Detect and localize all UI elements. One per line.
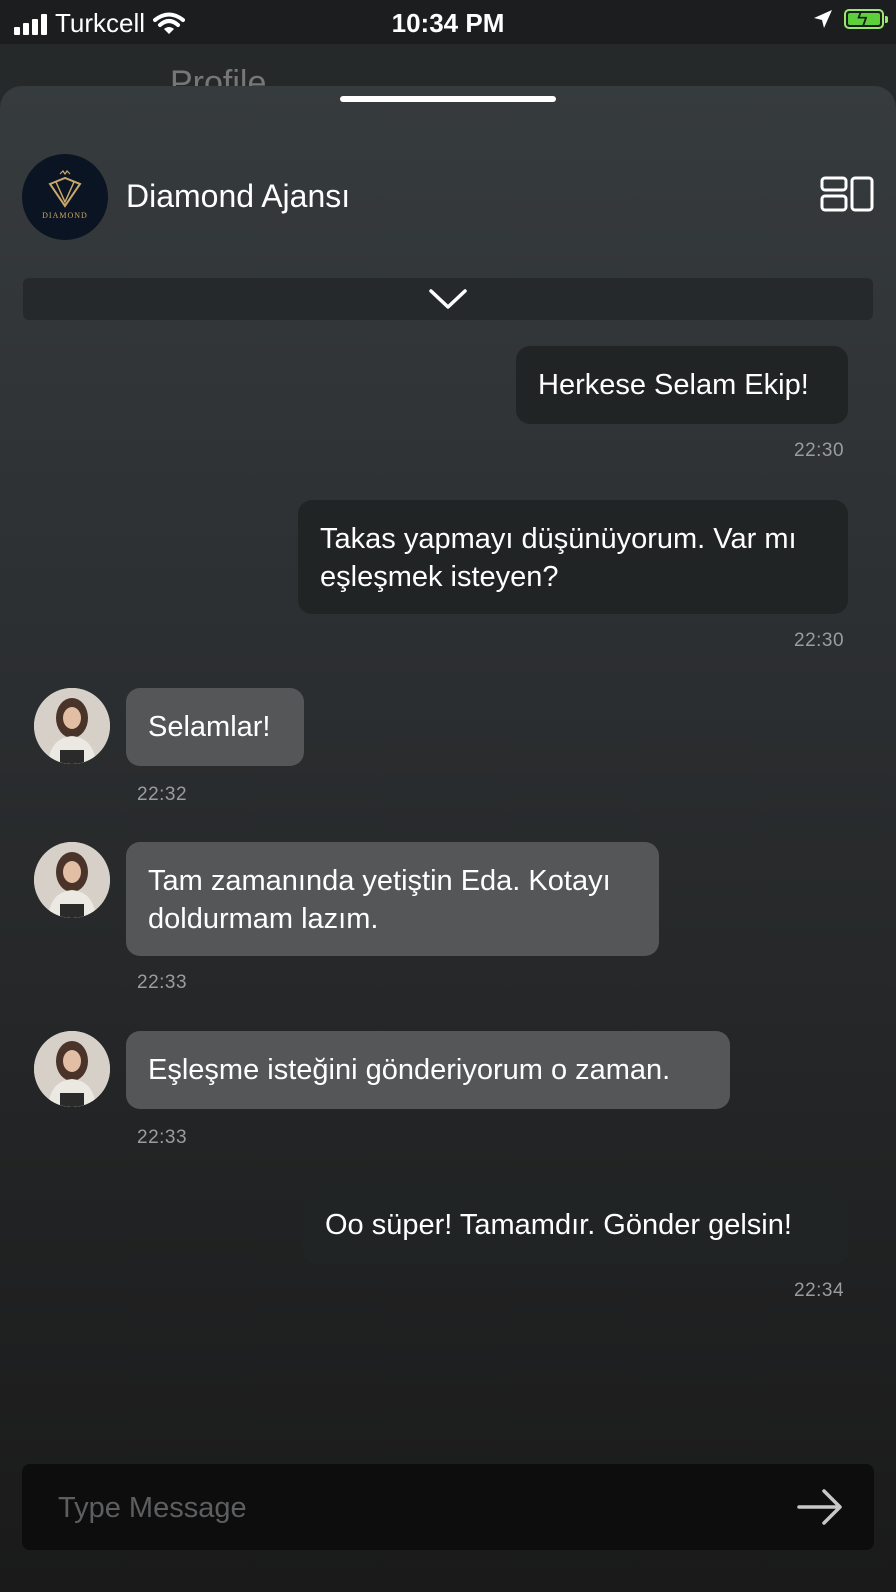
- person-photo-icon: [34, 688, 110, 764]
- logo-text: DIAMOND: [42, 211, 88, 220]
- message-text: Eşleşme isteğini gönderiyorum o zaman.: [148, 1054, 671, 1086]
- arrow-right-icon[interactable]: [796, 1486, 844, 1528]
- message-text: Takas yapmayı düşünüyorum. Var mı eşleşm…: [320, 523, 797, 593]
- group-avatar[interactable]: DIAMOND: [22, 154, 108, 240]
- message-text: Herkese Selam Ekip!: [538, 369, 809, 401]
- message-time: 22:30: [794, 440, 845, 461]
- message-bubble-incoming[interactable]: Eşleşme isteğini gönderiyorum o zaman.: [126, 1031, 730, 1109]
- message-text: Oo süper! Tamamdır. Gönder gelsin!: [325, 1209, 792, 1241]
- message-time: 22:33: [137, 972, 188, 993]
- collapse-bar[interactable]: [23, 278, 873, 320]
- message-bubble-outgoing[interactable]: Oo süper! Tamamdır. Gönder gelsin!: [303, 1186, 848, 1264]
- sender-avatar[interactable]: [34, 1031, 110, 1107]
- person-photo-icon: [34, 842, 110, 918]
- location-arrow-icon: [814, 10, 832, 28]
- message-time: 22:33: [137, 1127, 188, 1148]
- status-right: ϟ: [812, 8, 888, 30]
- message-bubble-outgoing[interactable]: Herkese Selam Ekip!: [516, 346, 848, 424]
- person-photo-icon: [34, 1031, 110, 1107]
- message-text: Selamlar!: [148, 711, 271, 743]
- message-time: 22:32: [137, 784, 188, 805]
- sheet-grabber[interactable]: [340, 96, 556, 102]
- layout-icon[interactable]: [820, 176, 874, 212]
- message-time: 22:34: [794, 1280, 845, 1301]
- message-bubble-incoming[interactable]: Selamlar!: [126, 688, 304, 766]
- status-bar: Turkcell 10:34 PM ϟ: [0, 0, 896, 44]
- chat-header: DIAMOND Diamond Ajansı: [22, 154, 874, 240]
- chevron-down-icon: [429, 289, 467, 309]
- message-bubble-incoming[interactable]: Tam zamanında yetiştin Eda. Kotayı doldu…: [126, 842, 659, 956]
- sender-avatar[interactable]: [34, 688, 110, 764]
- message-input[interactable]: [56, 1486, 740, 1530]
- battery-icon: ϟ: [844, 8, 888, 30]
- diamond-logo-icon: [48, 170, 82, 208]
- chat-title: Diamond Ajansı: [126, 178, 351, 214]
- message-text: Tam zamanında yetiştin Eda. Kotayı doldu…: [148, 865, 611, 935]
- chat-sheet: DIAMOND Diamond Ajansı Herkese Selam Eki…: [0, 86, 896, 1592]
- message-time: 22:30: [794, 630, 845, 651]
- charging-bolt-icon: ϟ: [857, 8, 868, 30]
- status-time: 10:34 PM: [391, 8, 505, 38]
- message-bubble-outgoing[interactable]: Takas yapmayı düşünüyorum. Var mı eşleşm…: [298, 500, 848, 614]
- sender-avatar[interactable]: [34, 842, 110, 918]
- message-composer: [22, 1464, 874, 1550]
